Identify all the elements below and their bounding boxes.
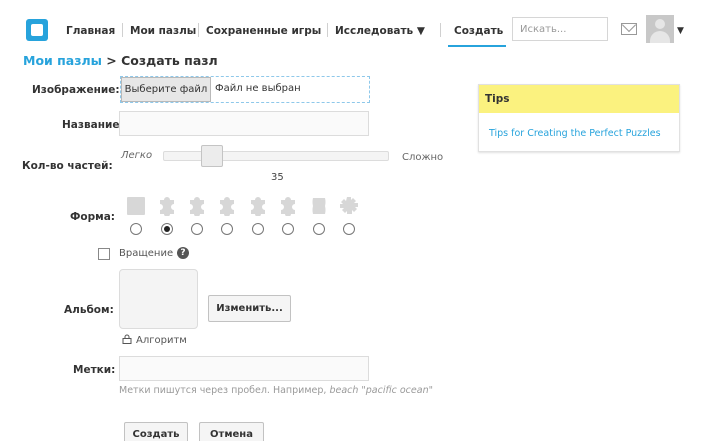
tags-hint-text: Метки пишутся через пробел. Например, <box>119 385 330 396</box>
shape-label: Форма: <box>70 211 116 223</box>
slider-hard-label: Сложно <box>402 152 444 163</box>
slider-easy-label: Легко <box>121 150 153 161</box>
puzzle-piece-icon[interactable] <box>157 196 177 216</box>
tags-label: Метки: <box>73 364 116 376</box>
choose-file-button[interactable]: Выберите файл <box>121 77 211 102</box>
file-status: Файл не выбран <box>215 83 301 94</box>
pieces-value: 35 <box>271 172 284 183</box>
puzzle-logo-icon[interactable] <box>26 19 48 41</box>
shape-radio-6[interactable] <box>313 223 325 235</box>
nav-create[interactable]: Создать <box>454 25 503 37</box>
pieces-slider[interactable] <box>163 151 389 161</box>
create-button[interactable]: Создать <box>124 422 188 441</box>
mail-icon[interactable] <box>621 23 637 35</box>
nav-divider <box>327 23 328 37</box>
search-input[interactable]: Искать... <box>512 17 608 41</box>
shape-radio-7[interactable] <box>343 223 355 235</box>
puzzle-piece-icon[interactable] <box>217 196 237 216</box>
file-picker[interactable]: Выберите файл Файл не выбран <box>120 76 370 103</box>
avatar[interactable] <box>646 15 674 43</box>
tags-hint-example: beach "pacific ocean" <box>329 385 433 396</box>
breadcrumb: Мои пазлы > Создать пазл <box>23 53 218 68</box>
tips-title: Tips <box>479 85 679 113</box>
help-icon[interactable]: ? <box>177 247 189 259</box>
tips-link[interactable]: Tips for Creating the Perfect Puzzles <box>489 128 661 139</box>
tags-hint: Метки пишутся через пробел. Например, be… <box>119 385 433 396</box>
change-album-button[interactable]: Изменить... <box>208 295 291 322</box>
album-thumbnail <box>119 269 198 329</box>
nav-divider <box>122 23 123 37</box>
shape-radio-5[interactable] <box>282 223 294 235</box>
breadcrumb-link[interactable]: Мои пазлы <box>23 53 102 68</box>
tips-panel: Tips Tips for Creating the Perfect Puzzl… <box>478 84 680 152</box>
top-navigation: Главная Мои пазлы Сохраненные игры Иссле… <box>20 15 700 47</box>
nav-my-puzzles[interactable]: Мои пазлы <box>130 25 196 37</box>
album-label: Альбом: <box>64 304 114 316</box>
rotation-label: Вращение <box>119 248 174 259</box>
nav-active-indicator <box>448 45 506 47</box>
rounded-piece-icon[interactable] <box>309 196 329 216</box>
square-icon[interactable] <box>126 196 146 216</box>
gear-piece-icon[interactable] <box>339 196 359 216</box>
shape-radio-3[interactable] <box>221 223 233 235</box>
slider-handle[interactable] <box>201 145 223 167</box>
lock-icon <box>122 334 132 344</box>
puzzle-piece-icon[interactable] <box>278 196 298 216</box>
page-title: Создать пазл <box>121 53 218 68</box>
cancel-button[interactable]: Отмена <box>199 422 264 441</box>
name-input[interactable] <box>119 111 369 136</box>
nav-explore[interactable]: Исследовать ▼ <box>335 25 425 37</box>
name-label: Название: <box>62 119 124 131</box>
nav-home[interactable]: Главная <box>66 25 115 37</box>
shape-radio-0[interactable] <box>130 223 142 235</box>
breadcrumb-separator: > <box>101 53 122 68</box>
nav-divider <box>440 23 441 37</box>
caret-down-icon[interactable]: ▼ <box>677 26 684 36</box>
nav-saved-games[interactable]: Сохраненные игры <box>206 25 321 37</box>
shape-radio-4[interactable] <box>252 223 264 235</box>
shape-radio-1[interactable] <box>161 223 173 235</box>
puzzle-piece-icon[interactable] <box>248 196 268 216</box>
shape-radio-2[interactable] <box>191 223 203 235</box>
puzzle-piece-icon[interactable] <box>187 196 207 216</box>
pieces-label: Кол-во частей: <box>22 160 113 172</box>
algorithm-label: Алгоритм <box>136 335 187 346</box>
tags-input[interactable] <box>119 356 369 381</box>
nav-divider <box>198 23 199 37</box>
image-label: Изображение: <box>32 84 120 96</box>
rotation-checkbox[interactable] <box>98 248 110 260</box>
